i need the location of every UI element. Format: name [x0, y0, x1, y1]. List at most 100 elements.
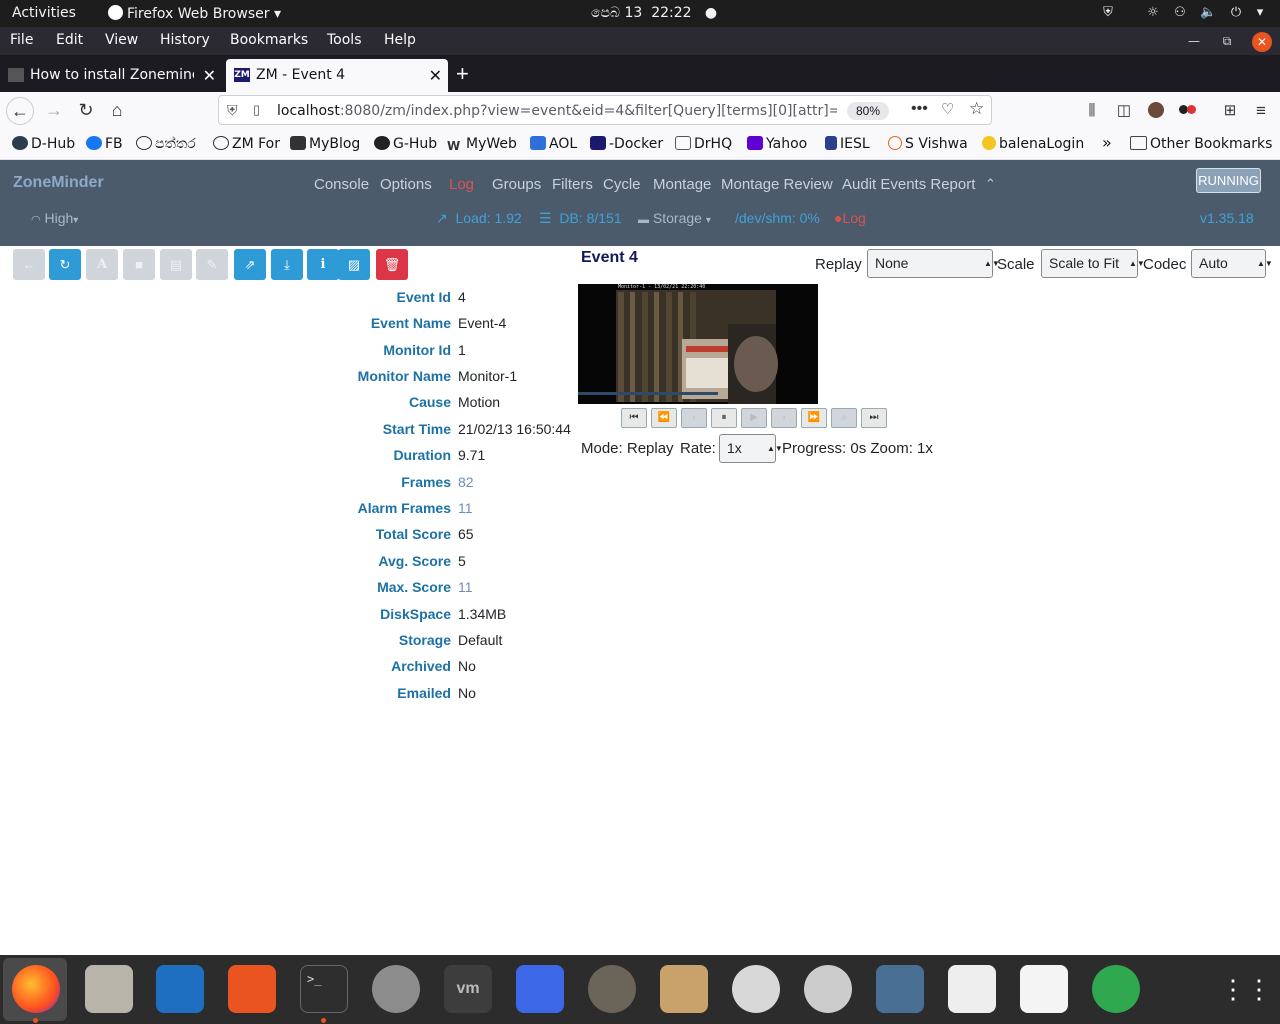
screenshot-icon[interactable]	[516, 965, 564, 1013]
url-bar[interactable]: ⛨ ▯ localhost:8080/zm/index.php?view=eve…	[218, 95, 992, 125]
firefox-icon[interactable]	[12, 965, 60, 1013]
show-applications-icon[interactable]: ⋮⋮⋮	[1220, 965, 1280, 1013]
menu-edit[interactable]: Edit	[56, 32, 83, 48]
brightness-icon[interactable]: ☼	[1145, 5, 1161, 21]
archive-button[interactable]: ■	[123, 249, 155, 280]
page-actions-icon[interactable]: •••	[911, 100, 928, 118]
tab-zm-event-4[interactable]: ZM ZM - Event 4 ✕	[226, 59, 448, 92]
bookmark-star-icon[interactable]: ☆	[969, 99, 984, 119]
event-field-value[interactable]: 11	[458, 579, 473, 595]
menu-bookmarks[interactable]: Bookmarks	[230, 32, 308, 48]
unarchive-button[interactable]: ▤	[160, 249, 192, 280]
bookmark-paththara[interactable]: පත්තර	[136, 136, 196, 152]
close-window-icon[interactable]: ✕	[1252, 32, 1272, 52]
gimp-icon[interactable]	[588, 965, 636, 1013]
back-button[interactable]: ←	[13, 249, 45, 280]
more-bookmarks-icon[interactable]: »	[1102, 133, 1112, 152]
back-icon[interactable]: ←	[6, 97, 34, 125]
log-status-link[interactable]: ●Log	[834, 210, 866, 226]
nav-cycle[interactable]: Cycle	[603, 176, 641, 193]
menu-history[interactable]: History	[160, 32, 210, 48]
dictionary-icon[interactable]	[948, 965, 996, 1013]
zoom-level-badge[interactable]: 80%	[847, 102, 889, 120]
disk-usage-icon[interactable]	[804, 965, 852, 1013]
power-icon[interactable]: ⏻	[1228, 5, 1244, 21]
export-button[interactable]: ⇗	[234, 249, 266, 280]
scale-select[interactable]: Scale to Fit ▲▼	[1041, 249, 1145, 278]
menu-help[interactable]: Help	[384, 32, 416, 48]
bookmark-yahoo[interactable]: Yahoo	[747, 136, 807, 152]
edit-button[interactable]: ✎	[196, 249, 228, 280]
previous-event-button[interactable]: ⏮	[621, 408, 647, 428]
rename-button[interactable]: A	[86, 249, 118, 280]
library-icon[interactable]: ⫼	[1078, 97, 1106, 125]
bookmark-aol[interactable]: AOL	[530, 136, 577, 152]
vmware-icon[interactable]: vm	[444, 965, 492, 1013]
download-button[interactable]: ⤓	[271, 249, 303, 280]
minimize-icon[interactable]: —	[1186, 33, 1202, 49]
volume-icon[interactable]: 🔈	[1200, 5, 1216, 21]
forward-icon[interactable]: →	[40, 97, 68, 125]
nav-montage-review[interactable]: Montage Review	[721, 176, 833, 193]
bandwidth-dropdown[interactable]: ◠ High▾	[31, 210, 78, 226]
bookmark-myblog[interactable]: MyBlog	[290, 136, 360, 152]
nav-filters[interactable]: Filters	[552, 176, 593, 193]
network-icon[interactable]: ⚇	[1172, 5, 1188, 21]
collapse-nav-icon[interactable]: ⌃	[985, 176, 996, 192]
files-icon[interactable]	[85, 965, 133, 1013]
bookmark-fb[interactable]: FB	[86, 136, 123, 152]
info-button[interactable]: i	[307, 249, 339, 280]
menu-file[interactable]: File	[10, 32, 33, 48]
pocket-icon[interactable]: ♡	[941, 100, 954, 118]
bookmark-zm-for[interactable]: ZM For	[213, 136, 280, 152]
event-field-value[interactable]: 82	[458, 474, 474, 490]
bookmark-docker[interactable]: -Docker	[590, 136, 663, 152]
bookmark-g-hub[interactable]: G-Hub	[374, 136, 437, 152]
version-label[interactable]: v1.35.18	[1200, 210, 1254, 226]
storage-dropdown[interactable]: ▬ Storage ▾	[638, 210, 711, 226]
activities-button[interactable]: Activities	[12, 5, 76, 21]
hamburger-menu-icon[interactable]: ≡	[1247, 97, 1275, 125]
bookmark-myweb[interactable]: W MyWeb	[447, 136, 517, 153]
nav-montage[interactable]: Montage	[653, 176, 711, 193]
zoom-out-button[interactable]: ⌕	[831, 408, 857, 428]
account-avatar-icon[interactable]	[1148, 102, 1164, 118]
text-editor-icon[interactable]	[1020, 965, 1068, 1013]
nav-groups[interactable]: Groups	[492, 176, 541, 193]
tracking-shield-icon[interactable]: ⛨	[227, 102, 238, 119]
step-back-button[interactable]: ‹	[681, 408, 707, 428]
next-event-button[interactable]: ⏭	[861, 408, 887, 428]
caret-down-icon[interactable]: ▾	[1252, 5, 1268, 21]
fast-forward-button[interactable]: ⏩	[801, 408, 827, 428]
nav-console[interactable]: Console	[314, 176, 369, 193]
terminal-icon[interactable]: >_	[300, 965, 348, 1013]
zm-logo[interactable]: ZoneMinder	[13, 174, 104, 192]
url-text[interactable]: localhost:8080/zm/index.php?view=event&e…	[277, 103, 837, 119]
bookmark-s-vishwa[interactable]: S Vishwa	[888, 136, 968, 152]
new-tab-icon[interactable]: +	[456, 61, 469, 87]
sidebar-icon[interactable]: ◫	[1110, 97, 1138, 125]
close-tab-icon[interactable]: ✕	[429, 66, 442, 85]
bookmark-d-hub[interactable]: D-Hub	[12, 136, 75, 152]
menu-tools[interactable]: Tools	[327, 32, 362, 48]
libreoffice-writer-icon[interactable]	[156, 965, 204, 1013]
archive-manager-icon[interactable]	[660, 965, 708, 1013]
app-menu[interactable]: Firefox Web Browser ▾	[108, 5, 281, 22]
bookmark-iesl[interactable]: IESL	[825, 136, 870, 152]
app-store-icon[interactable]	[732, 965, 780, 1013]
page-info-icon[interactable]: ▯	[253, 102, 260, 118]
refresh-button[interactable]: ↻	[49, 249, 81, 280]
codec-select[interactable]: Auto ▲▼	[1191, 249, 1273, 278]
event-video-player[interactable]: Monitor-1 - 13/02/21 22:20:40	[578, 284, 818, 404]
reload-icon[interactable]: ↻	[72, 97, 100, 125]
nav-log[interactable]: Log	[449, 176, 474, 193]
extensions-puzzle-icon[interactable]: ⊞	[1216, 97, 1244, 125]
run-state-button[interactable]: RUNNING	[1196, 168, 1261, 193]
shield-icon[interactable]: ⛨	[1100, 5, 1116, 21]
step-forward-button[interactable]: ›	[771, 408, 797, 428]
extension-icon[interactable]	[1179, 102, 1197, 118]
other-bookmarks[interactable]: Other Bookmarks	[1130, 136, 1272, 152]
speedtest-icon[interactable]	[1092, 965, 1140, 1013]
users-icon[interactable]	[372, 965, 420, 1013]
nav-audit-events-report[interactable]: Audit Events Report	[842, 176, 975, 193]
